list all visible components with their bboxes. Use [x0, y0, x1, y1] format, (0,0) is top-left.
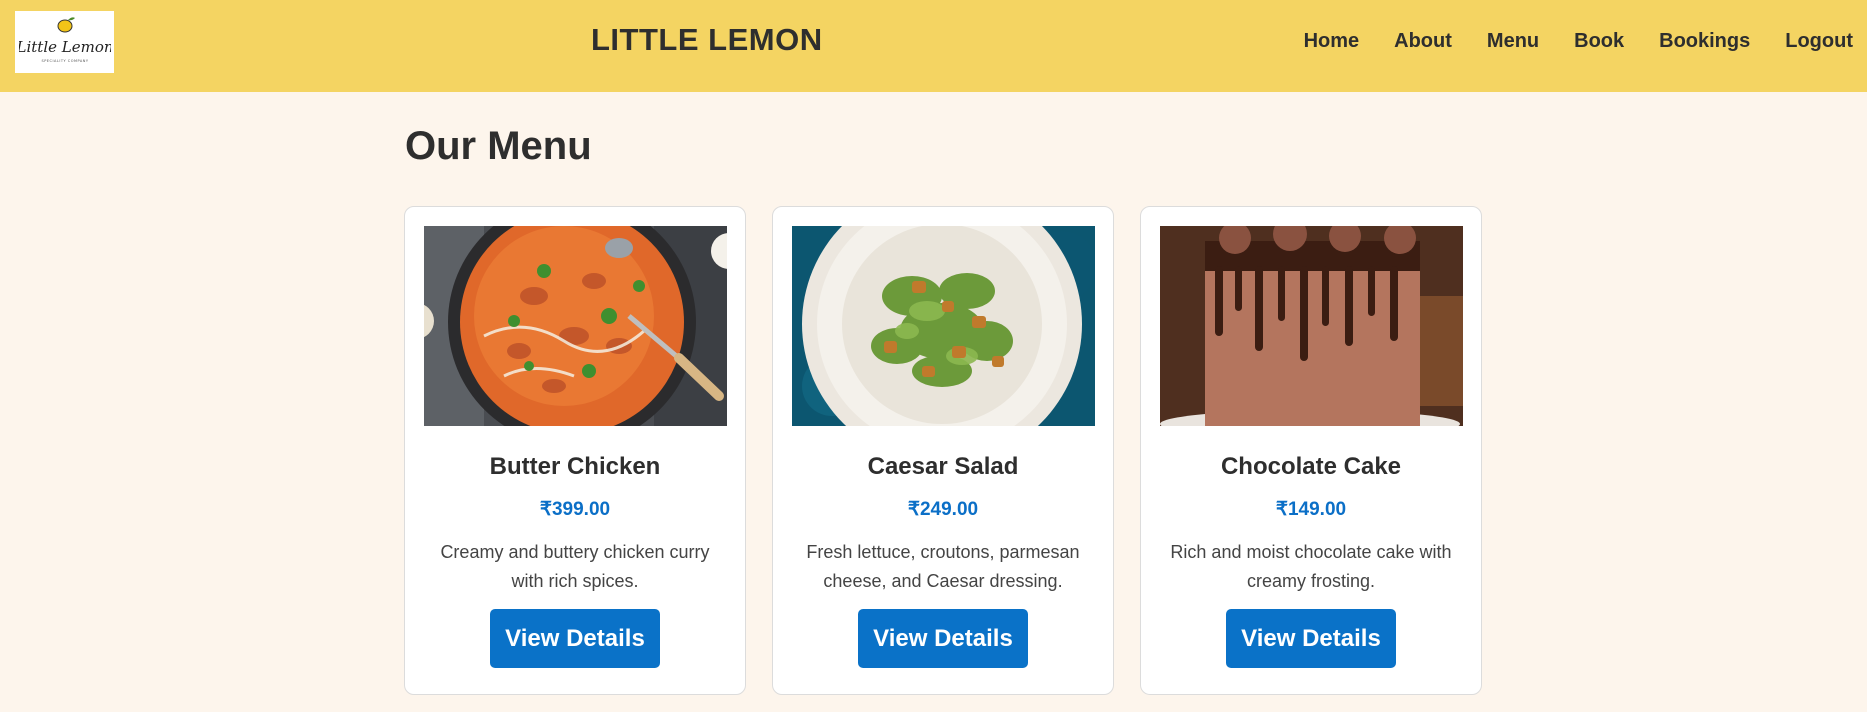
menu-item-description: Fresh lettuce, croutons, parmesan cheese…: [806, 542, 1080, 591]
view-details-button[interactable]: View Details: [1226, 609, 1396, 668]
nav-bookings[interactable]: Bookings: [1659, 30, 1750, 53]
menu-card-chocolate-cake: Chocolate Cake ₹149.00 Rich and moist ch…: [1140, 206, 1482, 695]
nav-logout[interactable]: Logout: [1785, 30, 1853, 53]
menu-item-name: Chocolate Cake: [1220, 453, 1402, 480]
menu-cards: Butter Chicken ₹399.00 Creamy and butter…: [404, 206, 1482, 695]
nav-book[interactable]: Book: [1574, 30, 1624, 53]
menu-item-price: ₹149.00: [1275, 499, 1347, 520]
menu-item-description: Rich and moist chocolate cake with cream…: [1170, 542, 1452, 591]
nav-about[interactable]: About: [1394, 30, 1452, 53]
view-details-button[interactable]: View Details: [858, 609, 1028, 668]
nav-menu[interactable]: Menu: [1487, 30, 1539, 53]
caesar-salad-image: [791, 226, 1095, 426]
nav-home[interactable]: Home: [1304, 30, 1360, 53]
menu-card-butter-chicken: Butter Chicken ₹399.00 Creamy and butter…: [404, 206, 746, 695]
menu-item-name: Butter Chicken: [489, 453, 661, 480]
main-nav: Home About Menu Book Bookings Logout: [1304, 30, 1853, 53]
page-title: Our Menu: [405, 124, 592, 168]
svg-text:SPECIALITY COMPANY: SPECIALITY COMPANY: [41, 59, 88, 63]
menu-item-description: Creamy and buttery chicken curry with ri…: [440, 542, 710, 591]
logo[interactable]: Little Lemon SPECIALITY COMPANY: [15, 11, 114, 73]
brand-title: LITTLE LEMON: [591, 22, 823, 57]
header: Little Lemon SPECIALITY COMPANY LITTLE L…: [0, 0, 1867, 92]
chocolate-cake-image: [1159, 226, 1463, 426]
menu-item-name: Caesar Salad: [867, 453, 1019, 480]
menu-item-price: ₹399.00: [539, 499, 611, 520]
menu-card-caesar-salad: Caesar Salad ₹249.00 Fresh lettuce, crou…: [772, 206, 1114, 695]
svg-text:Little Lemon: Little Lemon: [19, 38, 111, 56]
view-details-button[interactable]: View Details: [490, 609, 660, 668]
lemon-logo-icon: Little Lemon SPECIALITY COMPANY: [19, 17, 111, 63]
menu-item-price: ₹249.00: [907, 499, 979, 520]
butter-chicken-image: [423, 226, 727, 426]
